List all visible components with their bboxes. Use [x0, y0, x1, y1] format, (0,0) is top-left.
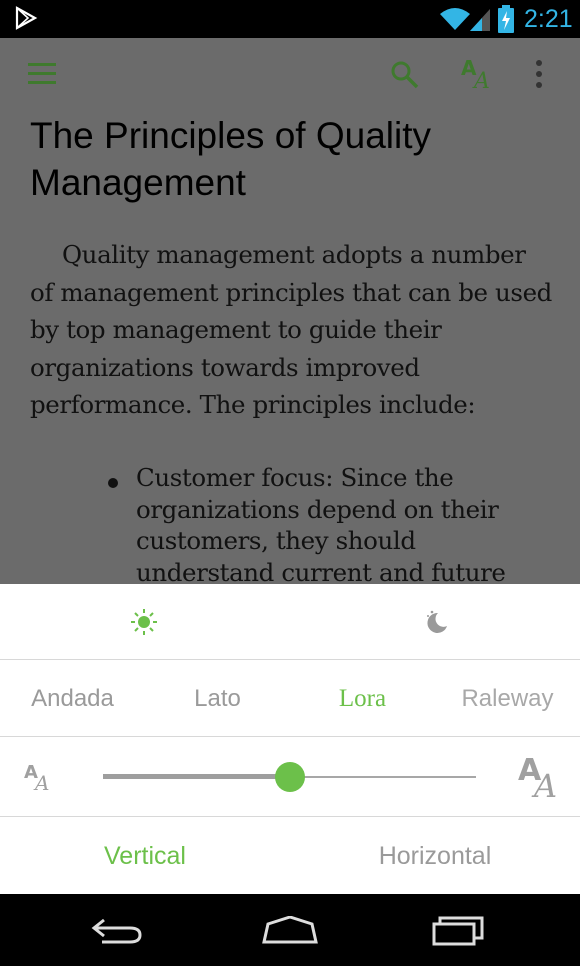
status-bar: 2:21	[0, 0, 580, 38]
play-store-icon	[14, 6, 38, 34]
font-selector: Andada Lato Lora Raleway	[0, 661, 580, 737]
font-size-control: AA AA	[0, 738, 580, 817]
signal-icon	[470, 6, 492, 36]
home-button[interactable]	[230, 894, 350, 966]
recents-button[interactable]	[400, 894, 520, 966]
reading-settings-panel: Andada Lato Lora Raleway AA AA Vertical …	[0, 584, 580, 894]
back-button[interactable]	[60, 894, 180, 966]
system-nav-bar	[0, 894, 580, 966]
svg-text:A: A	[472, 69, 490, 91]
font-option-andada[interactable]: Andada	[0, 661, 145, 737]
battery-charging-icon	[497, 5, 515, 37]
theme-night-option[interactable]	[290, 584, 580, 660]
recents-icon	[432, 916, 484, 946]
font-option-lato[interactable]: Lato	[145, 661, 290, 737]
font-option-raleway[interactable]: Raleway	[435, 661, 580, 737]
menu-icon[interactable]	[28, 63, 56, 89]
article-title: The Principles of Quality Management	[30, 115, 432, 203]
back-icon	[91, 918, 142, 944]
font-size-large-icon[interactable]: AA	[518, 753, 564, 805]
search-icon[interactable]	[390, 60, 420, 94]
status-clock: 2:21	[524, 5, 573, 33]
font-option-lora[interactable]: Lora	[290, 661, 435, 737]
font-settings-icon[interactable]: AA	[461, 56, 495, 95]
font-size-slider-thumb[interactable]	[274, 762, 305, 792]
reader-view: AA The Principles of Quality Management …	[0, 38, 580, 585]
font-size-small-icon[interactable]: AA	[24, 762, 56, 796]
theme-day-option[interactable]	[0, 584, 290, 660]
font-size-slider-fill	[103, 774, 290, 779]
bullet-marker	[108, 478, 118, 488]
article-paragraph: Quality management adopts a number of ma…	[30, 240, 552, 419]
overflow-menu-icon[interactable]	[534, 60, 544, 92]
moon-icon	[427, 610, 447, 633]
home-icon	[262, 916, 318, 944]
svg-text:A: A	[33, 771, 49, 792]
svg-text:A: A	[531, 767, 557, 800]
orientation-horizontal-option[interactable]: Horizontal	[290, 818, 580, 894]
orientation-selector: Vertical Horizontal	[0, 818, 580, 894]
wifi-icon	[440, 6, 470, 36]
theme-selector	[0, 584, 580, 660]
list-item: Customer focus: Since the organizations …	[136, 463, 506, 585]
orientation-vertical-option[interactable]: Vertical	[0, 818, 290, 894]
sun-icon	[131, 609, 157, 635]
